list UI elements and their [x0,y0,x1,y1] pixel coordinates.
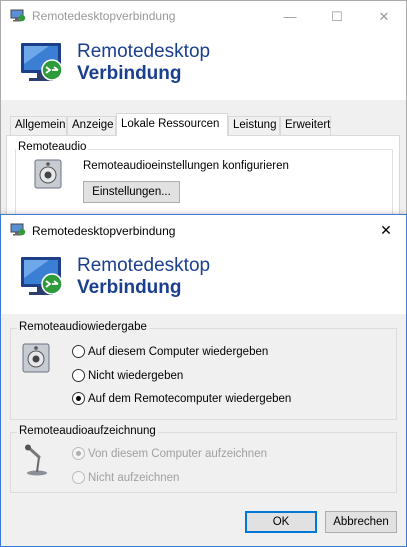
tab-leistung[interactable]: Leistung [228,116,280,135]
remote-audio-dialog: Remotedesktopverbindung ✕ Remotedesktop … [0,214,407,547]
radio-label: Nicht wiedergeben [88,369,184,382]
speaker-icon [34,159,62,189]
tab-anzeige[interactable]: Anzeige [67,116,116,135]
back-banner: Remotedesktop Verbindung [1,32,406,100]
back-window-title: Remotedesktopverbindung [32,9,176,23]
dialog-close-button[interactable]: ✕ [366,215,406,246]
remote-audio-group-title: Remoteaudio [16,141,89,153]
dialog-banner-line1: Remotedesktop [77,255,211,276]
dialog-titlebar[interactable]: Remotedesktopverbindung ✕ [1,215,406,246]
remote-desktop-app-icon [10,223,26,236]
radio-label: Nicht aufzeichnen [88,471,180,484]
dialog-title: Remotedesktopverbindung [32,224,176,238]
radio-label: Auf dem Remotecomputer wiedergeben [88,392,292,405]
banner-title-line1: Remotedesktop [77,41,211,62]
tab-erweitert[interactable]: Erweitert [280,116,331,135]
radio-button-selected[interactable] [72,392,85,405]
radio-play-remote[interactable]: Auf dem Remotecomputer wiedergeben [72,392,291,405]
radio-button[interactable] [72,369,85,382]
remote-desktop-app-icon [10,9,26,22]
speaker-icon [22,343,50,373]
recording-group [10,432,397,493]
back-window: Remotedesktopverbindung — ☐ ✕ Remotedesk… [0,0,407,215]
radio-record-local[interactable]: Von diesem Computer aufzeichnen [72,447,267,460]
radio-play-local[interactable]: Auf diesem Computer wiedergeben [72,345,268,358]
dialog-banner: Remotedesktop Verbindung [1,246,406,314]
playback-group-title: Remoteaudiowiedergabe [17,321,149,333]
close-button[interactable]: ✕ [361,1,407,32]
back-window-titlebar[interactable]: Remotedesktopverbindung — ☐ ✕ [1,1,406,32]
remote-desktop-logo-icon [21,257,63,295]
radio-button[interactable] [72,471,85,484]
radio-label: Auf diesem Computer wiedergeben [88,345,269,358]
banner-title-line2: Verbindung [77,63,182,84]
radio-label: Von diesem Computer aufzeichnen [88,447,267,460]
minimize-button[interactable]: — [267,1,313,32]
microphone-icon [25,444,47,476]
radio-no-playback[interactable]: Nicht wiedergeben [72,369,183,382]
tab-allgemein[interactable]: Allgemein [10,116,67,135]
maximize-button[interactable]: ☐ [314,1,360,32]
tab-lokale-ressourcen[interactable]: Lokale Ressourcen [116,113,228,136]
remote-audio-group [15,149,393,215]
dialog-banner-line2: Verbindung [77,277,182,298]
remote-audio-description: Remoteaudioeinstellungen konfigurieren [83,160,289,172]
radio-button[interactable] [72,345,85,358]
remote-desktop-logo-icon [21,43,63,81]
ok-button[interactable]: OK [245,511,317,533]
cancel-button[interactable]: Abbrechen [325,511,397,533]
radio-button-selected[interactable] [72,447,85,460]
radio-no-recording[interactable]: Nicht aufzeichnen [72,471,179,484]
playback-group [10,328,397,420]
audio-settings-button[interactable]: Einstellungen... [83,181,180,203]
recording-group-title: Remoteaudioaufzeichnung [17,425,158,437]
